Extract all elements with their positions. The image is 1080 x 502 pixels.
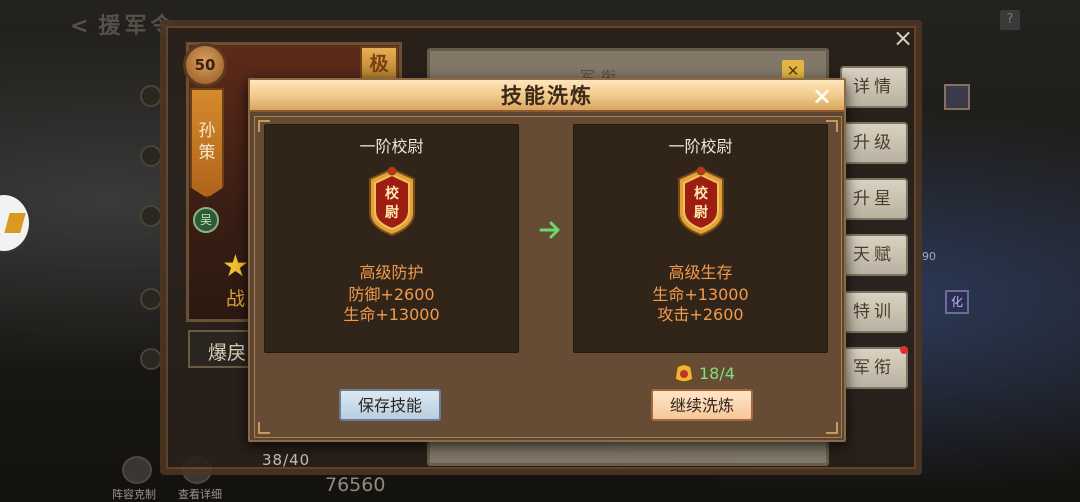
corner-ornament [826,422,838,434]
skill-refine-dialog: 技能洗炼 × 一阶校尉 校 尉 高级防护 防御+2600 生命+13000 一阶… [248,78,846,442]
hero-power: 76560 [325,474,386,496]
save-skill-button[interactable]: 保存技能 [339,389,441,421]
new-skill-stats: 生命+13000 攻击+2600 [574,285,827,325]
star-icon: ★ [222,249,249,284]
hero-progress: 38/40 [262,451,311,469]
details-button[interactable]: 详情 [840,66,908,108]
close-icon[interactable]: × [808,80,836,112]
talent-button[interactable]: 天赋 [840,234,908,276]
refine-token-icon [674,362,694,383]
left-column-icon [140,145,162,167]
new-skill-card: 一阶校尉 校 尉 高级生存 生命+13000 攻击+2600 [573,124,828,353]
level-up-button[interactable]: 升级 [840,122,908,164]
current-skill-name: 高级防护 [359,263,424,282]
right-edge-badge [944,84,970,110]
right-edge-label: 90 [922,250,936,263]
hero-camp-badge: 吴 [193,207,219,233]
army-rank-button[interactable]: 军衔 [840,346,908,389]
corner-ornament [258,422,270,434]
right-edge-icon[interactable]: 化 [945,290,969,314]
dialog-title: 技能洗炼 [501,84,593,108]
emblem-text: 尉 [694,204,708,221]
rank-emblem-icon: 校 尉 [369,166,415,237]
left-column-icon [140,348,162,370]
left-column-icon [140,288,162,310]
refine-cost-value: 18/4 [699,364,735,383]
training-button[interactable]: 特训 [840,291,908,333]
lightning-icon [4,213,26,233]
continue-refine-button[interactable]: 继续洗炼 [651,389,753,421]
formation-counter-icon[interactable] [122,456,152,484]
current-skill-stats: 防御+2600 生命+13000 [265,285,518,325]
outer-close-button[interactable]: × [893,26,913,50]
left-column-icon [140,85,162,107]
skill-stat: 攻击+2600 [657,305,744,324]
star-up-button[interactable]: 升星 [840,178,908,220]
hero-name: 孙策 [198,121,216,163]
left-column-icon [140,205,162,227]
skill-stat: 生命+13000 [652,285,749,304]
right-arrow-icon [539,221,560,239]
current-skill-rank: 一阶校尉 [359,137,424,156]
hero-quality-badge: 极 [360,46,398,82]
skill-stat: 防御+2600 [348,285,435,304]
dialog-body: 一阶校尉 校 尉 高级防护 防御+2600 生命+13000 一阶校尉 校 尉 … [254,116,842,438]
dialog-header: 技能洗炼 × [250,80,844,112]
bottom-label: 查看详细 [178,488,222,501]
emblem-text: 校 [694,185,709,202]
army-rank-button-label: 军衔 [853,358,895,378]
current-skill-card: 一阶校尉 校 尉 高级防护 防御+2600 生命+13000 [264,124,519,353]
bottom-label: 阵容克制 [112,488,156,501]
rank-emblem-icon: 校 尉 [678,166,724,237]
emblem-text: 校 [385,185,400,202]
skill-stat: 生命+13000 [343,305,440,324]
help-icon[interactable]: ? [1000,10,1020,30]
hero-level-badge: 50 [183,43,227,87]
hero-role: 战 [226,288,246,310]
back-arrow-icon[interactable]: < [70,14,92,39]
emblem-text: 尉 [385,204,399,221]
new-skill-name: 高级生存 [668,263,733,282]
notification-dot [900,346,908,354]
new-skill-rank: 一阶校尉 [668,137,733,156]
